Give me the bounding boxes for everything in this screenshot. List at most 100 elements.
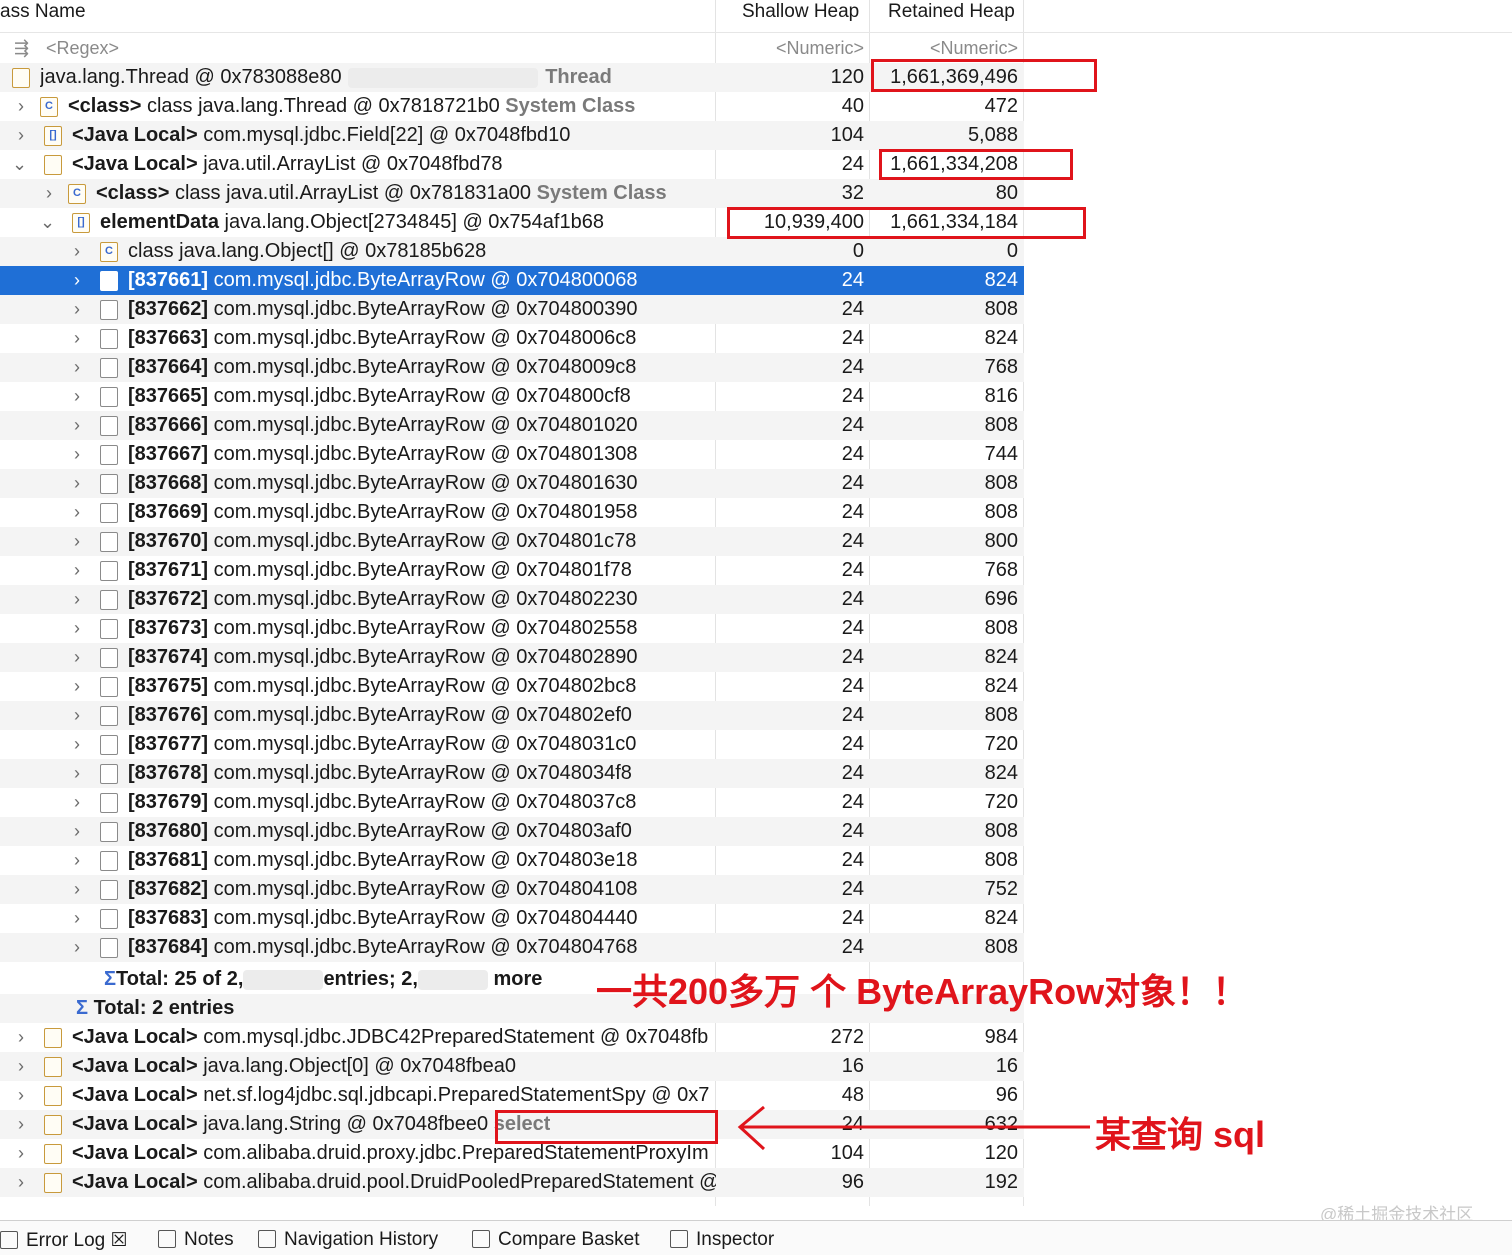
expand-chevron-icon[interactable]: › xyxy=(70,382,84,411)
expand-chevron-icon[interactable]: › xyxy=(70,440,84,469)
table-row[interactable]: › [837670] com.mysql.jdbc.ByteArrayRow @ … xyxy=(0,527,1024,556)
table-row[interactable]: › [837663] com.mysql.jdbc.ByteArrayRow @ … xyxy=(0,324,1024,353)
expand-chevron-icon[interactable]: › xyxy=(70,556,84,585)
object-icon xyxy=(100,909,118,929)
expand-chevron-icon[interactable]: › xyxy=(70,701,84,730)
expand-chevron-icon[interactable]: › xyxy=(70,672,84,701)
object-name: [837662] com.mysql.jdbc.ByteArrayRow @ 0… xyxy=(128,298,638,320)
object-icon xyxy=(100,764,118,784)
shallow-heap-value: 24 xyxy=(841,530,864,552)
expand-chevron-icon[interactable]: › xyxy=(14,1110,28,1139)
table-row[interactable]: › [837665] com.mysql.jdbc.ByteArrayRow @ … xyxy=(0,382,1024,411)
shallow-heap-value: 24 xyxy=(841,733,864,755)
expand-chevron-icon[interactable]: › xyxy=(14,1023,28,1052)
regex-filter-icon: ⇶ xyxy=(14,38,30,58)
table-row[interactable]: › [837681] com.mysql.jdbc.ByteArrayRow @ … xyxy=(0,846,1024,875)
table-row[interactable]: › <Java Local> com.alibaba.druid.pool.Dru… xyxy=(0,1168,1024,1197)
expand-chevron-icon[interactable]: › xyxy=(70,469,84,498)
table-row[interactable]: ⌄ <Java Local> java.util.ArrayList @ 0x70… xyxy=(0,150,1024,179)
name-filter-input[interactable]: <Regex> xyxy=(46,34,119,62)
expand-chevron-icon[interactable]: › xyxy=(14,1052,28,1081)
expand-chevron-icon[interactable]: › xyxy=(70,324,84,353)
object-icon xyxy=(100,822,118,842)
close-icon[interactable]: ☒ xyxy=(110,1230,127,1251)
expand-chevron-icon[interactable]: › xyxy=(70,585,84,614)
object-icon xyxy=(100,532,118,552)
retained-heap-value: 824 xyxy=(984,327,1018,349)
expand-chevron-icon[interactable]: › xyxy=(70,817,84,846)
retained-heap-value: 808 xyxy=(984,414,1018,436)
table-row[interactable]: › [837673] com.mysql.jdbc.ByteArrayRow @ … xyxy=(0,614,1024,643)
table-row[interactable]: › [837674] com.mysql.jdbc.ByteArrayRow @ … xyxy=(0,643,1024,672)
expand-chevron-icon[interactable]: › xyxy=(42,179,56,208)
tab-navigation-history[interactable]: Navigation History xyxy=(258,1229,438,1251)
table-row[interactable]: › <Java Local> com.mysql.jdbc.JDBC42Prepa… xyxy=(0,1023,1024,1052)
table-row[interactable]: › Cclass java.lang.Object[] @ 0x78185b628… xyxy=(0,237,1024,266)
table-row[interactable]: › [837683] com.mysql.jdbc.ByteArrayRow @ … xyxy=(0,904,1024,933)
table-row[interactable]: › [837676] com.mysql.jdbc.ByteArrayRow @ … xyxy=(0,701,1024,730)
table-row[interactable]: › [837662] com.mysql.jdbc.ByteArrayRow @ … xyxy=(0,295,1024,324)
table-row[interactable]: › [837672] com.mysql.jdbc.ByteArrayRow @ … xyxy=(0,585,1024,614)
object-name: [837682] com.mysql.jdbc.ByteArrayRow @ 0… xyxy=(128,878,638,900)
expand-chevron-icon[interactable]: › xyxy=(70,730,84,759)
table-row[interactable]: › C <class> class java.util.ArrayList @ 0x… xyxy=(0,179,1024,208)
expand-chevron-icon[interactable]: › xyxy=(70,643,84,672)
expand-chevron-icon[interactable]: › xyxy=(70,266,84,295)
object-name: <Java Local> com.mysql.jdbc.JDBC42Prepar… xyxy=(72,1026,709,1048)
expand-chevron-icon[interactable]: › xyxy=(70,846,84,875)
table-row[interactable]: › [837664] com.mysql.jdbc.ByteArrayRow @ … xyxy=(0,353,1024,382)
highlight-box-thread-retained xyxy=(871,59,1097,92)
expand-chevron-icon[interactable]: › xyxy=(14,121,28,150)
expand-chevron-icon[interactable]: › xyxy=(70,904,84,933)
tab-notes[interactable]: Notes xyxy=(158,1229,234,1251)
retained-heap-value: 808 xyxy=(984,820,1018,842)
table-row[interactable]: › [837667] com.mysql.jdbc.ByteArrayRow @ … xyxy=(0,440,1024,469)
expand-chevron-icon[interactable]: › xyxy=(70,411,84,440)
expand-chevron-icon[interactable]: › xyxy=(70,498,84,527)
collapse-chevron-icon[interactable]: ⌄ xyxy=(40,208,55,237)
expand-chevron-icon[interactable]: › xyxy=(14,1081,28,1110)
expand-chevron-icon[interactable]: › xyxy=(14,1139,28,1168)
table-row[interactable]: › [837678] com.mysql.jdbc.ByteArrayRow @ … xyxy=(0,759,1024,788)
expand-chevron-icon[interactable]: › xyxy=(70,875,84,904)
expand-chevron-icon[interactable]: › xyxy=(14,92,28,121)
expand-chevron-icon[interactable]: › xyxy=(70,933,84,962)
tab-inspector[interactable]: Inspector xyxy=(670,1229,774,1251)
table-row[interactable]: › [837679] com.mysql.jdbc.ByteArrayRow @ … xyxy=(0,788,1024,817)
table-row[interactable]: › [837666] com.mysql.jdbc.ByteArrayRow @ … xyxy=(0,411,1024,440)
tab-error-log[interactable]: Error Log ☒ xyxy=(0,1229,128,1252)
navigation-history-icon xyxy=(258,1230,276,1248)
table-row[interactable]: › [] <Java Local> com.mysql.jdbc.Field[22]… xyxy=(0,121,1024,150)
expand-chevron-icon[interactable]: › xyxy=(70,353,84,382)
expand-chevron-icon[interactable]: › xyxy=(70,527,84,556)
expand-chevron-icon[interactable]: › xyxy=(70,237,84,266)
column-header-shallow-heap[interactable]: Shallow Heap xyxy=(742,0,859,30)
table-row[interactable]: › <Java Local> java.lang.Object[0] @ 0x70… xyxy=(0,1052,1024,1081)
object-name: [837663] com.mysql.jdbc.ByteArrayRow @ 0… xyxy=(128,327,637,349)
table-row[interactable]: › [837675] com.mysql.jdbc.ByteArrayRow @ … xyxy=(0,672,1024,701)
column-header-class-name[interactable]: ass Name xyxy=(0,0,86,30)
table-row[interactable]: › [837677] com.mysql.jdbc.ByteArrayRow @ … xyxy=(0,730,1024,759)
table-row[interactable]: › C <class> class java.lang.Thread @ 0x781… xyxy=(0,92,1024,121)
table-row[interactable]: › [837671] com.mysql.jdbc.ByteArrayRow @ … xyxy=(0,556,1024,585)
table-row[interactable]: › [837684] com.mysql.jdbc.ByteArrayRow @ … xyxy=(0,933,1024,962)
object-name: [837671] com.mysql.jdbc.ByteArrayRow @ 0… xyxy=(128,559,632,581)
expand-chevron-icon[interactable]: › xyxy=(14,1168,28,1197)
expand-chevron-icon[interactable]: › xyxy=(70,614,84,643)
table-row[interactable]: › [837668] com.mysql.jdbc.ByteArrayRow @ … xyxy=(0,469,1024,498)
table-row[interactable]: › [837669] com.mysql.jdbc.ByteArrayRow @ … xyxy=(0,498,1024,527)
object-name: [837676] com.mysql.jdbc.ByteArrayRow @ 0… xyxy=(128,704,632,726)
tab-compare-basket[interactable]: Compare Basket xyxy=(472,1229,640,1251)
collapse-chevron-icon[interactable]: ⌄ xyxy=(12,150,27,179)
table-row-selected[interactable]: › [837661] com.mysql.jdbc.ByteArrayRow @ … xyxy=(0,266,1024,295)
retained-filter-input[interactable]: <Numeric> xyxy=(870,34,1018,62)
expand-chevron-icon[interactable]: › xyxy=(70,788,84,817)
shallow-heap-value: 24 xyxy=(841,443,864,465)
expand-chevron-icon[interactable]: › xyxy=(70,295,84,324)
shallow-heap-value: 24 xyxy=(841,588,864,610)
table-row[interactable]: › [837680] com.mysql.jdbc.ByteArrayRow @ … xyxy=(0,817,1024,846)
column-header-retained-heap[interactable]: Retained Heap xyxy=(888,0,1015,30)
shallow-filter-input[interactable]: <Numeric> xyxy=(716,34,864,62)
table-row[interactable]: › [837682] com.mysql.jdbc.ByteArrayRow @ … xyxy=(0,875,1024,904)
expand-chevron-icon[interactable]: › xyxy=(70,759,84,788)
